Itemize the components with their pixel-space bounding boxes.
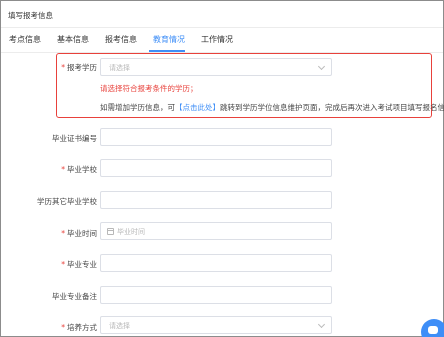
tab-basic-info[interactable]: 基本信息 xyxy=(57,34,89,45)
grad-time-label: * 毕业时间 xyxy=(61,229,97,238)
required-mark: * xyxy=(61,260,65,269)
other-school-field[interactable] xyxy=(100,191,332,209)
tab-bar: 考点信息 基本信息 报考信息 教育情况 工作情况 xyxy=(1,34,444,52)
grad-time-picker[interactable]: 毕业时间 xyxy=(100,222,332,240)
chat-help-button[interactable] xyxy=(421,319,444,337)
certificate-no-label: 毕业证书编号 xyxy=(52,134,97,143)
info-note: 如需增加学历信息，可【点击此处】跳转到学历学位信息维护页面，完成后再次进入考试项… xyxy=(100,103,444,112)
education-level-label: * 报考学历 xyxy=(61,63,97,72)
tab-education[interactable]: 教育情况 xyxy=(153,34,185,45)
click-here-link[interactable]: 【点击此处】 xyxy=(175,103,220,112)
school-label: * 毕业学校 xyxy=(61,165,97,174)
validation-message: 请选择符合报考条件的学历； xyxy=(100,84,198,93)
required-mark: * xyxy=(61,63,65,72)
major-field[interactable] xyxy=(100,254,332,272)
tab-work-experience[interactable]: 工作情况 xyxy=(201,34,233,45)
required-mark: * xyxy=(61,229,65,238)
divider xyxy=(1,27,443,28)
chevron-down-icon xyxy=(317,320,326,329)
training-mode-label: * 培养方式 xyxy=(61,323,97,332)
school-field[interactable] xyxy=(100,159,332,177)
required-mark: * xyxy=(61,323,65,332)
education-level-placeholder: 请选择 xyxy=(109,64,130,72)
tab-exam-site[interactable]: 考点信息 xyxy=(9,34,41,45)
calendar-icon xyxy=(107,228,114,235)
major-note-field[interactable] xyxy=(100,286,332,304)
major-label: * 毕业专业 xyxy=(61,260,97,269)
training-mode-select[interactable]: 请选择 xyxy=(100,316,332,334)
grad-time-placeholder: 毕业时间 xyxy=(117,228,145,236)
form-window: 填写报考信息 考点信息 基本信息 报考信息 教育情况 工作情况 * 报考学历 请选… xyxy=(0,0,444,337)
certificate-no-field[interactable] xyxy=(100,128,332,146)
training-mode-placeholder: 请选择 xyxy=(109,322,130,330)
chevron-down-icon xyxy=(317,62,326,71)
tab-application-info[interactable]: 报考信息 xyxy=(105,34,137,45)
required-mark: * xyxy=(61,165,65,174)
education-level-select[interactable]: 请选择 xyxy=(100,58,332,76)
page-title: 填写报考信息 xyxy=(8,11,53,20)
chat-icon xyxy=(428,326,438,334)
other-school-label: 学历其它毕业学校 xyxy=(37,197,97,206)
major-note-label: 毕业专业备注 xyxy=(52,292,97,301)
